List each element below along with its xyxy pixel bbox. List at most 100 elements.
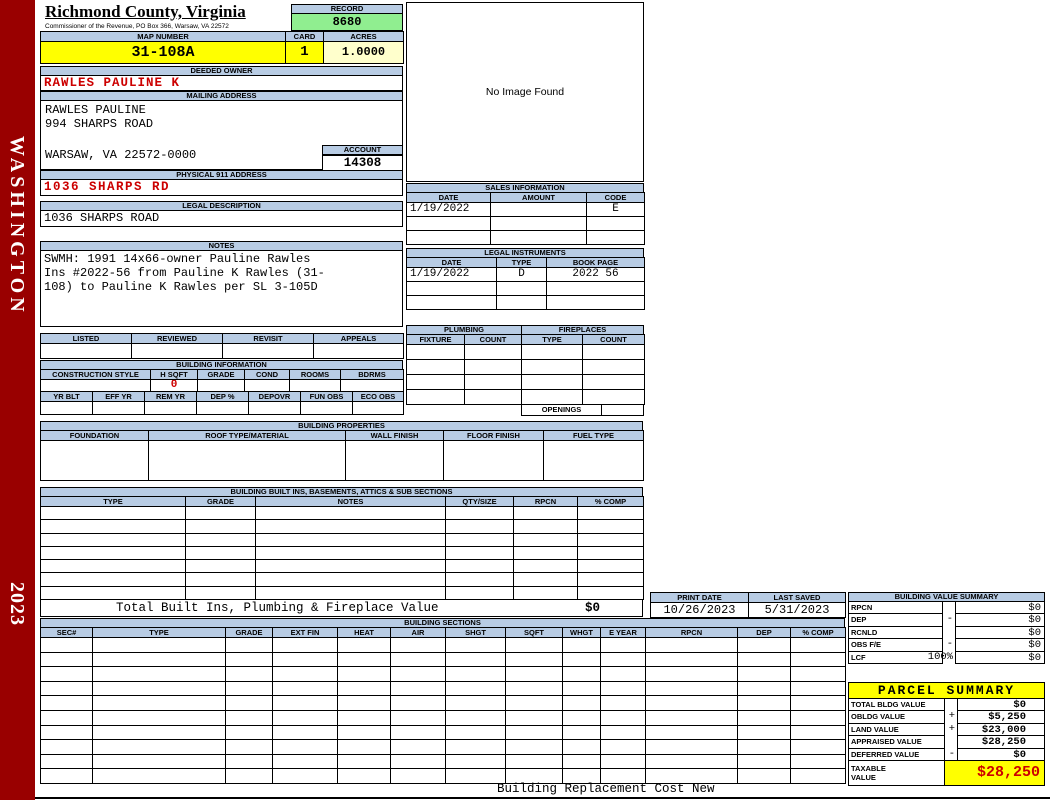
empty-cell: [445, 532, 514, 547]
mailing-line-2[interactable]: 994 SHARPS ROAD: [45, 117, 153, 131]
ps-op: -: [948, 747, 955, 760]
empty-cell: [92, 753, 226, 770]
construction-style-value[interactable]: [40, 379, 151, 392]
empty-cell: [40, 680, 93, 697]
cond-value[interactable]: [244, 379, 290, 392]
ps-value: $0: [957, 698, 1045, 712]
empty-cell: [255, 505, 446, 521]
bdrms-value[interactable]: [340, 379, 404, 392]
mailing-address-label: MAILING ADDRESS: [40, 91, 403, 101]
account-box: ACCOUNT 14308: [322, 145, 403, 171]
foundation-value[interactable]: [40, 440, 149, 481]
empty-row: [40, 724, 846, 741]
li-type-value[interactable]: D: [496, 267, 547, 282]
empty-cell: [562, 637, 601, 653]
notes-line-2[interactable]: Ins #2022-56 from Pauline K Rawles (31-: [44, 266, 399, 280]
record-value[interactable]: 8680: [291, 14, 403, 31]
empty-cell: [337, 666, 391, 682]
plumbing-fireplaces-section: PLUMBING FIREPLACES FIXTURE COUNT TYPE C…: [406, 325, 645, 416]
empty-cell[interactable]: [40, 401, 93, 415]
empty-cell: [185, 532, 256, 547]
empty-cell: [790, 724, 846, 741]
empty-cell[interactable]: [196, 401, 249, 415]
empty-cell: [390, 753, 446, 770]
empty-cell: [390, 768, 446, 784]
ps-op: +: [948, 722, 955, 735]
legal-description-value[interactable]: 1036 SHARPS ROAD: [40, 211, 403, 227]
li-date-value[interactable]: 1/19/2022: [406, 267, 497, 282]
empty-cell: [790, 768, 846, 784]
property-image-placeholder: No Image Found: [406, 2, 644, 182]
bvs-row-rcnld: RCNLD $0: [848, 625, 1045, 640]
empty-cell: [406, 389, 465, 405]
empty-row: [406, 295, 645, 310]
building-information-section: BUILDING INFORMATION CONSTRUCTION STYLE …: [40, 360, 404, 415]
empty-cell[interactable]: [92, 401, 145, 415]
building-sections: BUILDING SECTIONS SEC# TYPE GRADE EXT FI…: [40, 618, 846, 784]
empty-cell[interactable]: [144, 401, 197, 415]
empty-cell[interactable]: [300, 401, 353, 415]
empty-cell: [445, 545, 514, 561]
bi-col-rpcn: RPCN: [513, 496, 578, 507]
mailing-line-3[interactable]: WARSAW, VA 22572-0000: [45, 148, 196, 162]
account-value[interactable]: 14308: [322, 155, 403, 171]
empty-cell: [577, 572, 644, 587]
mailing-line-1[interactable]: RAWLES PAULINE: [45, 103, 146, 117]
sales-amount-value[interactable]: [490, 202, 587, 217]
openings-value[interactable]: [601, 404, 644, 416]
empty-cell: [337, 651, 391, 668]
fireplaces-col-count: COUNT: [582, 334, 645, 345]
ps-label: TOTAL BLDG VALUE: [848, 698, 945, 712]
col-eff-yr: EFF YR: [92, 391, 145, 402]
empty-cell: [272, 753, 338, 770]
roof-value[interactable]: [148, 440, 346, 481]
col-rooms: ROOMS: [289, 369, 341, 380]
county-title: Richmond County, Virginia: [45, 2, 246, 21]
empty-cell: [185, 545, 256, 561]
col-grade: GRADE: [197, 369, 245, 380]
ps-value: $28,250: [957, 735, 1045, 749]
fuel-type-value[interactable]: [543, 440, 644, 481]
empty-cell: [737, 695, 791, 711]
empty-cell: [645, 753, 738, 770]
map-number-value[interactable]: 31-108A: [40, 41, 286, 64]
wall-finish-value[interactable]: [345, 440, 444, 481]
physical-address-value[interactable]: 1036 SHARPS RD: [40, 180, 403, 196]
empty-cell: [337, 768, 391, 784]
h-sqft-value[interactable]: 0: [150, 379, 198, 392]
floor-finish-value[interactable]: [443, 440, 544, 481]
empty-cell: [40, 709, 93, 726]
empty-cell: [582, 389, 645, 405]
empty-row: [40, 695, 846, 711]
empty-cell: [464, 359, 522, 375]
record-box: RECORD 8680: [291, 4, 403, 31]
deeded-owner-value[interactable]: RAWLES PAULINE K: [40, 76, 403, 91]
empty-cell[interactable]: [248, 401, 301, 415]
account-label: ACCOUNT: [322, 145, 403, 155]
grade-value[interactable]: [197, 379, 245, 392]
col-roof-type-material: ROOF TYPE/MATERIAL: [148, 430, 346, 441]
rooms-value[interactable]: [289, 379, 341, 392]
empty-cell: [40, 768, 93, 784]
ps-label: DEFERRED VALUE: [848, 747, 945, 761]
sales-code-value[interactable]: E: [586, 202, 645, 217]
empty-cell: [600, 739, 646, 755]
notes-line-1[interactable]: SWMH: 1991 14x66-owner Pauline Rawles: [44, 252, 399, 266]
notes-line-3[interactable]: 108) to Pauline K Rawles per SL 3-105D: [44, 280, 399, 294]
li-bookpage-value[interactable]: 2022 56: [546, 267, 645, 282]
sales-date-value[interactable]: 1/19/2022: [406, 202, 491, 217]
empty-cell: [390, 680, 446, 697]
acres-value[interactable]: 1.0000: [323, 41, 404, 64]
empty-cell: [577, 532, 644, 547]
empty-cell: [577, 505, 644, 521]
empty-cell: [40, 519, 186, 534]
empty-cell: [562, 753, 601, 770]
card-value[interactable]: 1: [285, 41, 324, 64]
empty-cell[interactable]: [352, 401, 404, 415]
empty-cell: [582, 374, 645, 390]
empty-row: [40, 680, 846, 697]
county-header: Richmond County, Virginia Commissioner o…: [45, 2, 291, 30]
parcel-summary: PARCEL SUMMARY TOTAL BLDG VALUE $0 OBLDG…: [848, 682, 1045, 786]
bvs-op: -: [946, 613, 953, 626]
empty-cell: [582, 344, 645, 360]
